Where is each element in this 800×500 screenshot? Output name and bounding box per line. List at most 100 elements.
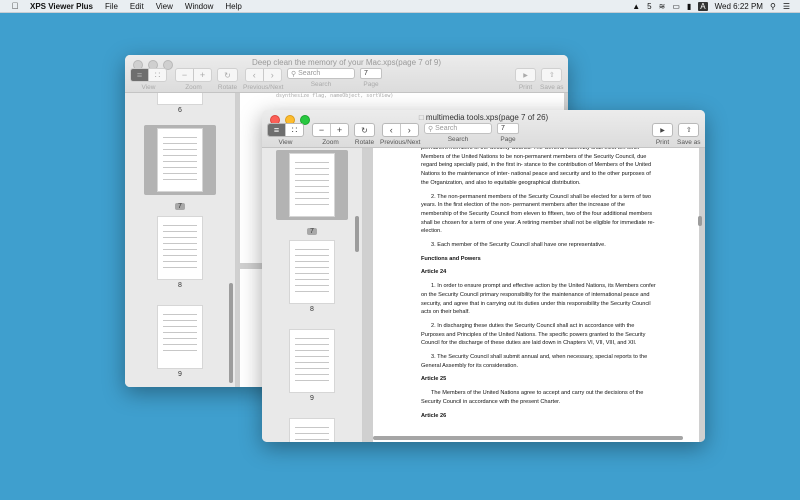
view-segmented-control[interactable]: ≡ ∷ bbox=[267, 123, 304, 137]
app-menu[interactable]: XPS Viewer Plus bbox=[30, 2, 93, 11]
search-label: Search bbox=[310, 81, 332, 88]
zoom-segmented-control[interactable]: − + bbox=[312, 123, 349, 137]
thumbnail-page-number: 7 bbox=[175, 203, 185, 210]
paragraph: 3. The Security Council shall submit ann… bbox=[421, 354, 648, 369]
apple-menu-icon[interactable]:  bbox=[8, 1, 22, 11]
page-thumbnail[interactable] bbox=[157, 93, 203, 105]
paragraph: 2. In discharging these duties the Secur… bbox=[421, 322, 646, 347]
menu-help[interactable]: Help bbox=[225, 2, 241, 11]
print-label: Print bbox=[518, 84, 533, 91]
section-heading: Functions and Powers bbox=[421, 255, 481, 262]
previous-page-icon[interactable]: ‹ bbox=[246, 69, 264, 81]
menu-edit[interactable]: Edit bbox=[130, 2, 144, 11]
page-thumbnail[interactable] bbox=[289, 329, 335, 393]
selected-thumbnail-highlight[interactable] bbox=[144, 125, 216, 195]
zoom-segmented-control[interactable]: − + bbox=[175, 68, 212, 82]
print-button[interactable]: ▶ bbox=[515, 68, 536, 82]
menu-window[interactable]: Window bbox=[185, 2, 213, 11]
list-view-icon[interactable]: ≡ bbox=[131, 69, 149, 81]
wifi-icon[interactable]: ≋ bbox=[659, 2, 666, 11]
menu-view[interactable]: View bbox=[156, 2, 173, 11]
page-number-field[interactable]: 7 bbox=[497, 123, 519, 134]
page-thumbnail[interactable] bbox=[289, 153, 335, 217]
thumbnail-page-number: 7 bbox=[307, 228, 317, 235]
thumbnail-page-number: 9 bbox=[178, 371, 182, 378]
page-label: Page bbox=[500, 136, 516, 143]
search-input[interactable]: ⚲ Search bbox=[424, 123, 492, 134]
front-window-titlebar[interactable]: □ multimedia tools.xps(page 7 of 26) ≡ ∷… bbox=[262, 110, 705, 148]
menubar-clock[interactable]: Wed 6:22 PM bbox=[715, 2, 763, 11]
document-text: permanent members of the Security Counci… bbox=[421, 148, 657, 425]
sidebar-scrollbar[interactable] bbox=[229, 283, 233, 383]
print-icon: ▶ bbox=[660, 127, 665, 134]
paragraph: permanent members of the Security Counci… bbox=[421, 148, 652, 186]
zoom-in-icon[interactable]: + bbox=[194, 69, 211, 81]
thumbnail-sidebar[interactable]: 7 8 9 bbox=[262, 148, 363, 442]
page-thumbnail[interactable] bbox=[289, 240, 335, 304]
notification-center-icon[interactable]: ☰ bbox=[783, 2, 790, 11]
view-segmented-control[interactable]: ≡ ∷ bbox=[130, 68, 167, 82]
prev-next-control[interactable]: ‹ › bbox=[244, 68, 282, 82]
document-icon: □ bbox=[418, 113, 424, 122]
code-snippet: dsynthesize flag, nameObject, sortView) bbox=[276, 93, 394, 99]
next-page-icon[interactable]: › bbox=[264, 69, 281, 81]
menu-bar:  XPS Viewer Plus File Edit View Window … bbox=[0, 0, 800, 13]
next-page-icon[interactable]: › bbox=[401, 124, 418, 136]
zoom-label: Zoom bbox=[322, 139, 339, 146]
save-as-button[interactable]: ⇧ bbox=[541, 68, 563, 82]
adobe-icon[interactable]: ▲ bbox=[632, 2, 640, 11]
share-icon: ⇧ bbox=[685, 127, 692, 134]
back-window-titlebar[interactable]: Deep clean the memory of your Mac.xps(pa… bbox=[125, 55, 568, 93]
menu-file[interactable]: File bbox=[105, 2, 118, 11]
save-as-label: Save as bbox=[540, 84, 564, 91]
view-label: View bbox=[141, 84, 156, 91]
search-input[interactable]: ⚲ Search bbox=[287, 68, 355, 79]
sidebar-scrollbar[interactable] bbox=[355, 216, 359, 252]
print-button[interactable]: ▶ bbox=[652, 123, 673, 137]
prev-next-control[interactable]: ‹ › bbox=[381, 123, 419, 137]
rotate-label: Rotate bbox=[217, 84, 238, 91]
paragraph: The Members of the United Nations agree … bbox=[421, 390, 644, 405]
search-placeholder: Search bbox=[435, 125, 458, 132]
rotate-button[interactable]: ↻ bbox=[217, 68, 238, 82]
front-document-window[interactable]: □ multimedia tools.xps(page 7 of 26) ≡ ∷… bbox=[262, 110, 705, 442]
page-thumbnail[interactable] bbox=[289, 418, 335, 442]
rotate-icon: ↻ bbox=[361, 125, 368, 135]
document-vertical-scrollbar[interactable] bbox=[698, 216, 702, 226]
document-area[interactable]: permanent members of the Security Counci… bbox=[363, 148, 705, 442]
document-horizontal-scrollbar[interactable] bbox=[373, 436, 683, 440]
document-page: permanent members of the Security Counci… bbox=[373, 148, 699, 442]
prevnext-label: Previous/Next bbox=[380, 139, 421, 146]
save-as-label: Save as bbox=[677, 139, 701, 146]
thumbnail-page-number: 6 bbox=[178, 107, 182, 114]
airplay-icon[interactable]: ▭ bbox=[672, 2, 680, 11]
paragraph: 3. Each member of the Security Council s… bbox=[431, 242, 606, 249]
view-label: View bbox=[278, 139, 293, 146]
zoom-out-icon[interactable]: − bbox=[176, 69, 194, 81]
save-as-button[interactable]: ⇧ bbox=[678, 123, 700, 137]
print-label: Print bbox=[655, 139, 670, 146]
grid-view-icon[interactable]: ∷ bbox=[286, 124, 303, 136]
battery-icon[interactable]: ▮ bbox=[687, 2, 691, 11]
zoom-in-icon[interactable]: + bbox=[331, 124, 348, 136]
status-count-badge[interactable]: 5 bbox=[647, 2, 651, 11]
window-title: Deep clean the memory of your Mac.xps(pa… bbox=[252, 58, 441, 67]
list-view-icon[interactable]: ≡ bbox=[268, 124, 286, 136]
thumbnail-page-number: 8 bbox=[310, 306, 314, 313]
print-icon: ▶ bbox=[523, 72, 528, 79]
selected-thumbnail-highlight[interactable] bbox=[276, 150, 348, 220]
spotlight-icon[interactable]: ⚲ bbox=[770, 2, 776, 11]
search-label: Search bbox=[447, 136, 469, 143]
thumbnail-sidebar[interactable]: 6 7 8 9 bbox=[125, 93, 236, 387]
page-thumbnail[interactable] bbox=[157, 128, 203, 192]
page-number-field[interactable]: 7 bbox=[360, 68, 382, 79]
previous-page-icon[interactable]: ‹ bbox=[383, 124, 401, 136]
page-thumbnail[interactable] bbox=[157, 305, 203, 369]
page-thumbnail[interactable] bbox=[157, 216, 203, 280]
zoom-out-icon[interactable]: − bbox=[313, 124, 331, 136]
rotate-button[interactable]: ↻ bbox=[354, 123, 375, 137]
article-heading: Article 26 bbox=[421, 412, 447, 419]
grid-view-icon[interactable]: ∷ bbox=[149, 69, 166, 81]
page-label: Page bbox=[363, 81, 379, 88]
font-icon[interactable]: A bbox=[698, 1, 708, 11]
